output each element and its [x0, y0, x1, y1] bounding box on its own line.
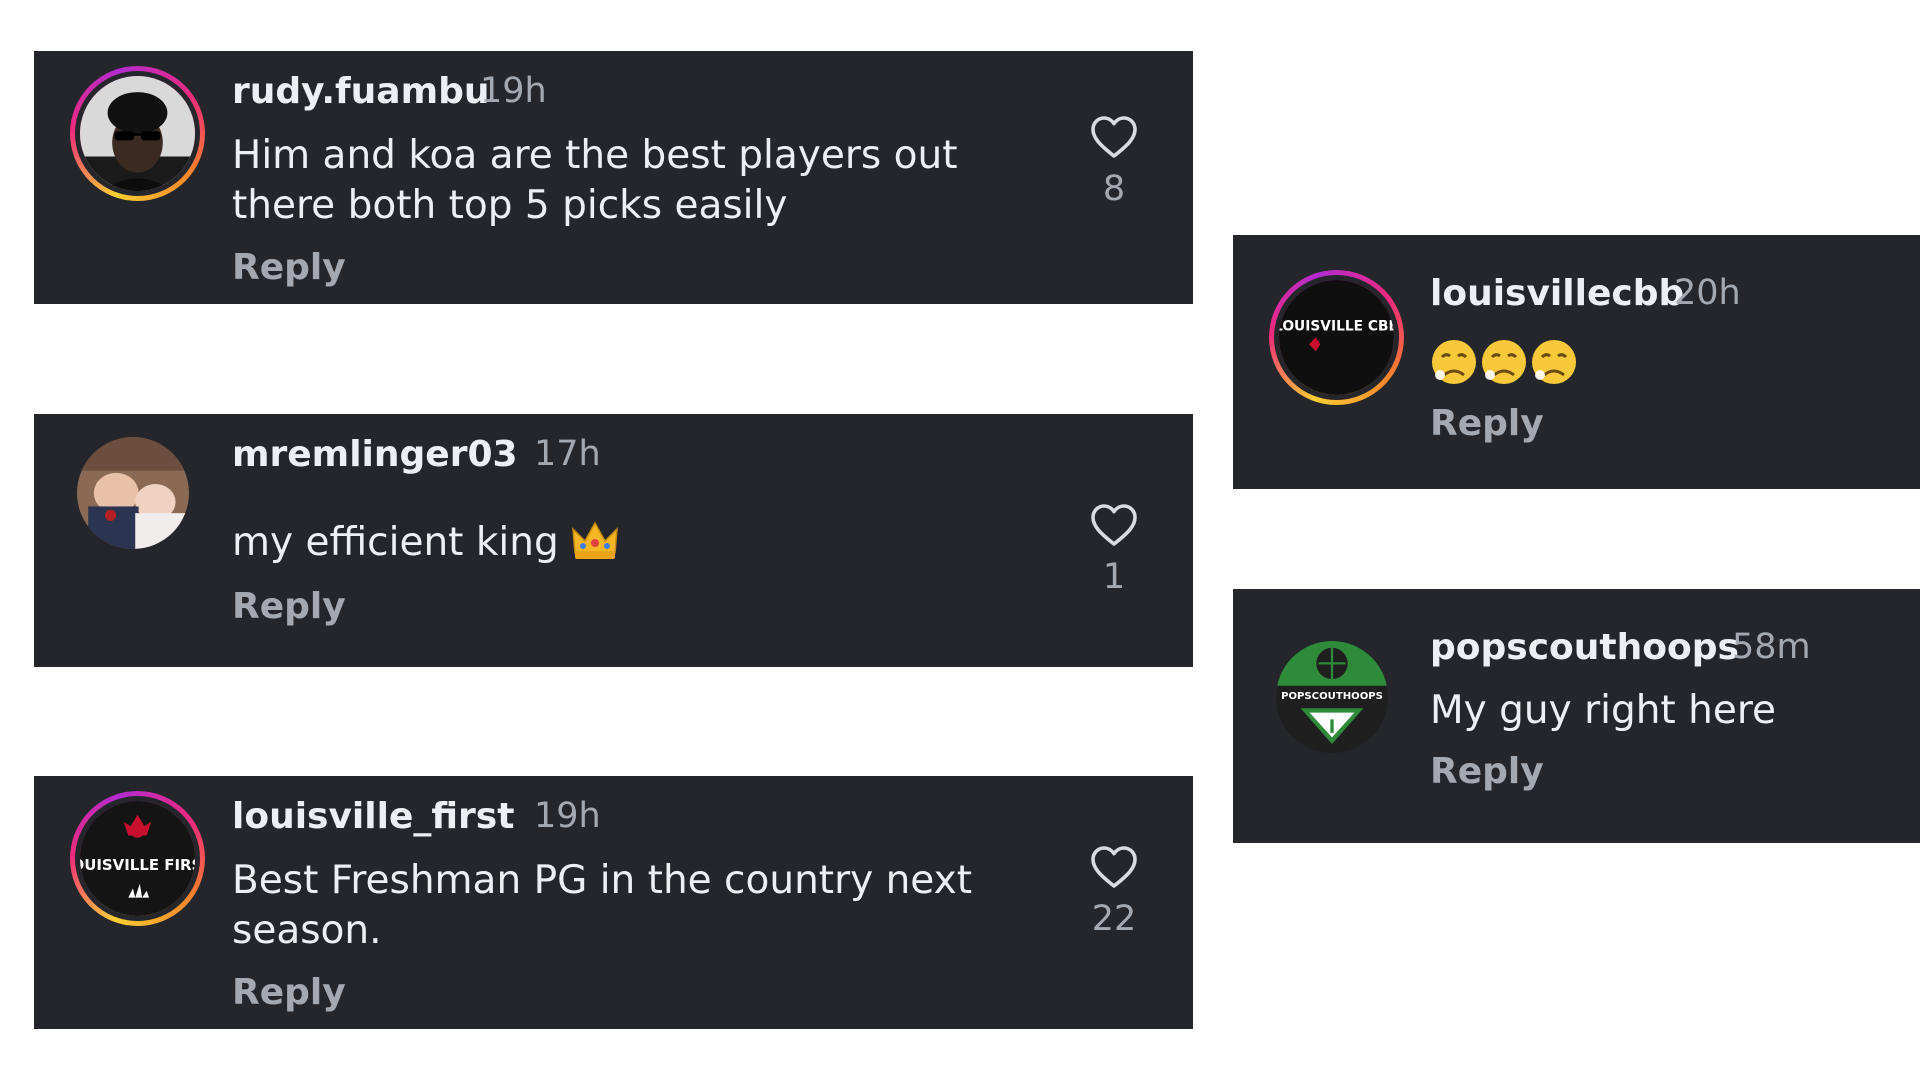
like-control: 8 [1084, 115, 1144, 209]
comment-emoji-row [1430, 337, 1580, 391]
reply-button[interactable]: Reply [1430, 403, 1544, 444]
comment-text: Best Freshman PG in the country next sea… [232, 858, 972, 953]
avatar-logo-text: POPSCOUTHOOPS [1281, 691, 1383, 702]
crown-emoji-icon [572, 521, 619, 559]
comment-text: Him and koa are the best players out the… [232, 133, 958, 228]
comments-screenshot: rudy.fuambu 19h Him and koa are the best… [0, 0, 1920, 1080]
avatar[interactable]: LOUISVILLE FIRST [70, 791, 205, 926]
timestamp: 19h [480, 71, 547, 111]
heart-icon[interactable] [1090, 115, 1138, 159]
timestamp: 58m [1732, 627, 1811, 667]
username[interactable]: rudy.fuambu [232, 71, 489, 112]
username[interactable]: louisville_first [232, 796, 514, 837]
avatar-image [77, 437, 189, 549]
reply-button[interactable]: Reply [1430, 751, 1544, 792]
avatar[interactable]: POPSCOUTHOOPS [1276, 641, 1388, 753]
avatar-logo-text: LOUISVILLE CBB [1279, 319, 1394, 335]
comment-card: LOUISVILLE FIRST louisville_first 19h Be… [34, 776, 1193, 1029]
comment-card: LOUISVILLE CBB louisvillecbb 20h Reply [1233, 235, 1920, 489]
timestamp: 17h [534, 434, 601, 474]
reply-button[interactable]: Reply [232, 247, 346, 288]
like-control: 22 [1084, 845, 1144, 939]
username[interactable]: louisvillecbb [1430, 273, 1684, 314]
heart-icon[interactable] [1090, 845, 1138, 889]
like-count: 8 [1102, 169, 1126, 209]
comment-card: POPSCOUTHOOPS popscouthoops 58m My guy r… [1233, 589, 1920, 843]
timestamp: 20h [1674, 273, 1741, 313]
heart-icon[interactable] [1090, 503, 1138, 547]
louisville-first-logo: LOUISVILLE FIRST [80, 801, 195, 916]
avatar[interactable]: LOUISVILLE CBB [1269, 270, 1404, 405]
comment-text: my efficient king [232, 518, 1022, 568]
reply-button[interactable]: Reply [232, 586, 346, 627]
avatar[interactable] [77, 437, 189, 549]
like-control: 1 [1084, 503, 1144, 597]
like-count: 22 [1091, 899, 1137, 939]
comment-text-content: my efficient king [232, 520, 559, 565]
louisville-cbb-logo: LOUISVILLE CBB [1279, 280, 1394, 395]
avatar-logo-text: LOUISVILLE FIRST [80, 856, 195, 874]
avatar-image [80, 76, 195, 191]
reply-button[interactable]: Reply [232, 972, 346, 1013]
timestamp: 19h [534, 796, 601, 836]
comment-text: My guy right here [1430, 688, 1776, 733]
comment-card: rudy.fuambu 19h Him and koa are the best… [34, 51, 1193, 304]
username[interactable]: popscouthoops [1430, 627, 1739, 668]
disappointed-face-emoji-icon [1432, 340, 1576, 384]
comment-card: mremlinger03 17h my efficient king Reply… [34, 414, 1193, 667]
avatar[interactable] [70, 66, 205, 201]
like-count: 1 [1102, 557, 1126, 597]
popscouthoops-logo: POPSCOUTHOOPS [1276, 641, 1388, 753]
username[interactable]: mremlinger03 [232, 434, 518, 475]
